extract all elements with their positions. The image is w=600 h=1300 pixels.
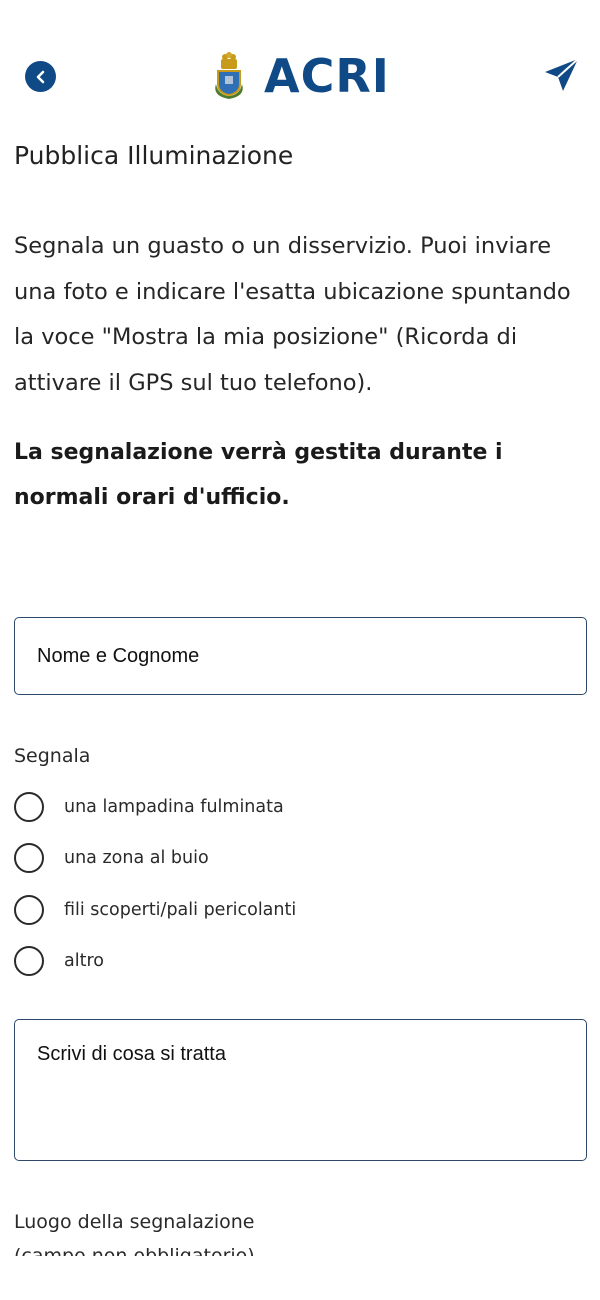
full-name-input[interactable] [14,617,587,695]
radio-button[interactable] [14,792,44,822]
logo-text: ACRI [264,49,390,103]
description-textarea[interactable] [14,1019,587,1161]
app-header: ACRI [0,0,600,150]
radio-button[interactable] [14,843,44,873]
radio-label: altro [64,951,104,971]
radio-option-dark-area[interactable]: una zona al buio [14,843,209,873]
location-label: Luogo della segnalazione [14,1211,255,1233]
radio-button[interactable] [14,946,44,976]
send-button[interactable] [543,56,581,94]
segnala-label: Segnala [14,745,91,767]
radio-option-other[interactable]: altro [14,946,104,976]
radio-option-burnt-bulb[interactable]: una lampadina fulminata [14,792,284,822]
crest-icon [215,52,243,99]
paper-plane-icon [545,58,579,91]
back-button[interactable] [25,61,56,92]
office-hours-notice: La segnalazione verrà gestita durante i … [14,440,503,510]
radio-label: una lampadina fulminata [64,797,284,817]
page-title: Pubblica Illuminazione [14,141,294,170]
radio-button[interactable] [14,895,44,925]
radio-option-exposed-wires[interactable]: fili scoperti/pali pericolanti [14,895,296,925]
app-logo: ACRI [210,50,390,102]
location-optional-note: (campo non obbligatorio) [14,1245,255,1256]
chevron-left-icon [36,70,44,83]
radio-label: fili scoperti/pali pericolanti [64,900,297,920]
intro-text: Segnala un guasto o un disservizio. Puoi… [14,233,571,396]
radio-label: una zona al buio [64,848,209,868]
